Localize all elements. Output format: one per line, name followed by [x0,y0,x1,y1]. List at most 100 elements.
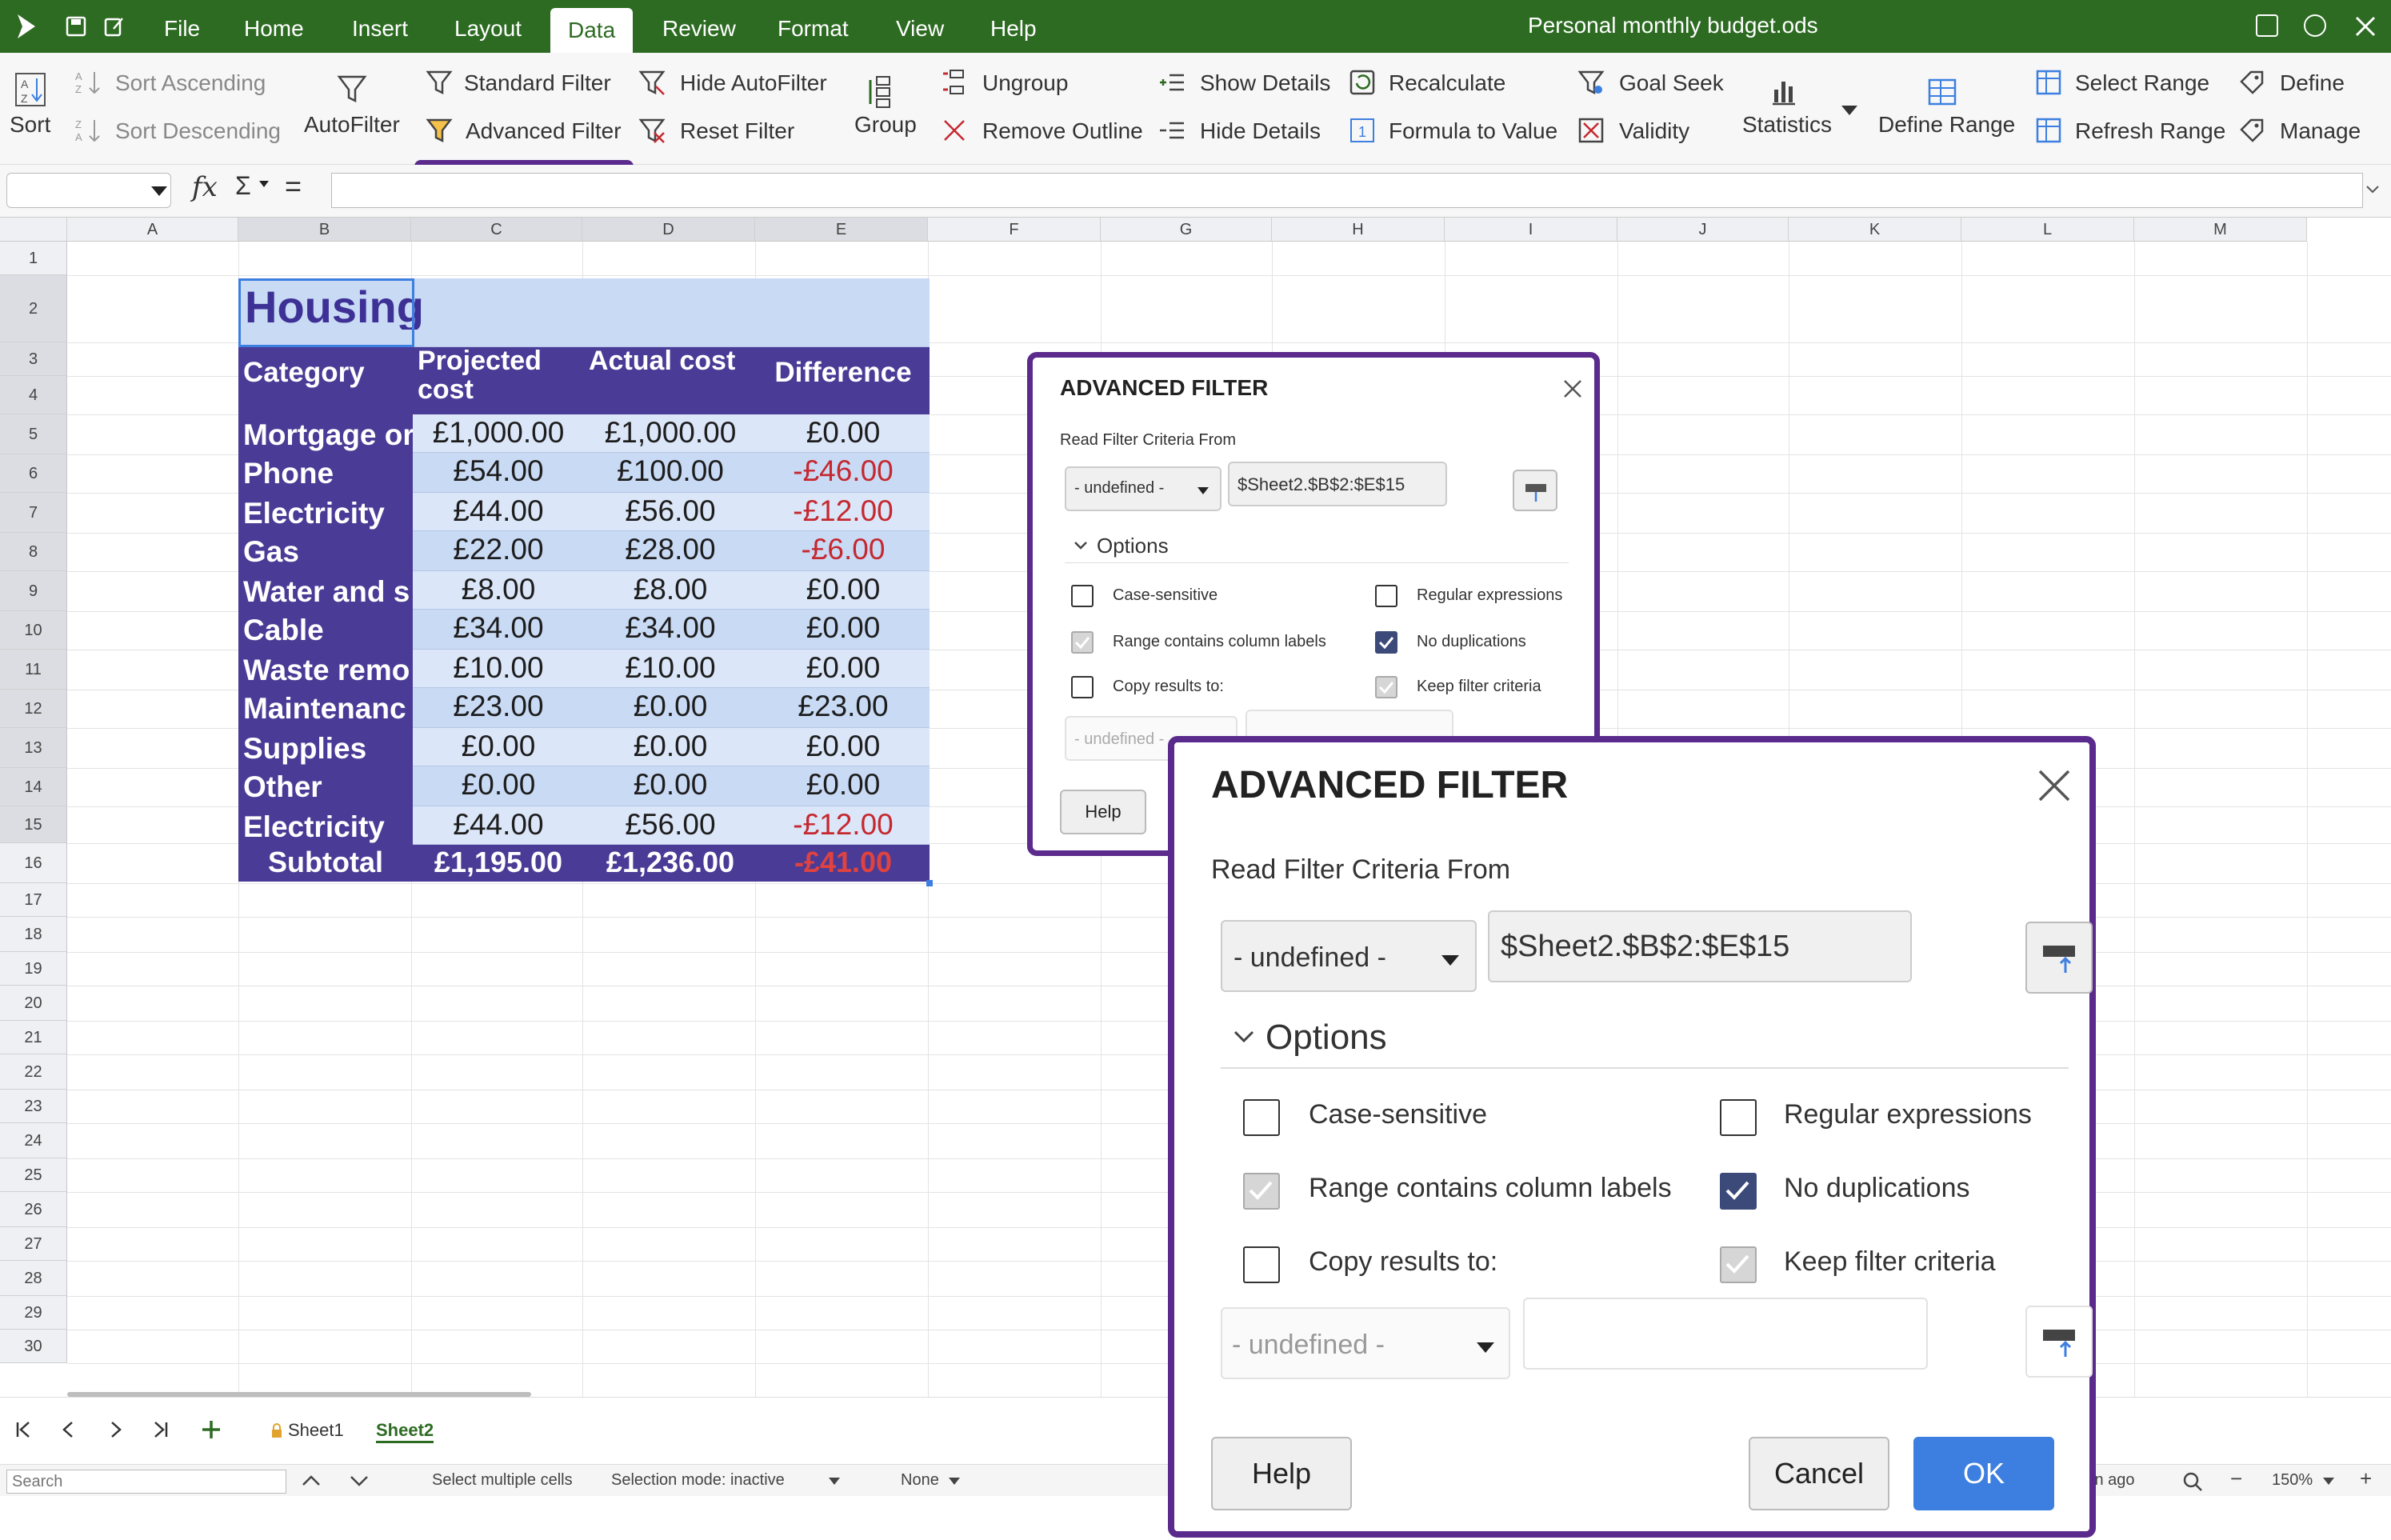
menu-insert[interactable]: Insert [352,0,408,53]
row-header-8[interactable]: 8 [0,533,67,571]
column-header-l[interactable]: L [1961,218,2134,242]
zoom-level[interactable]: 150% [2272,1471,2313,1490]
row-header-19[interactable]: 19 [0,952,67,986]
case-sensitive-checkbox[interactable] [1243,1099,1280,1136]
sort-descending-button[interactable]: Sort Descending [115,118,281,144]
shrink-source-button[interactable] [1513,470,1557,511]
actual-cell[interactable]: £8.00 [584,574,757,604]
difference-cell[interactable]: -£12.00 [757,496,930,526]
actual-cell[interactable]: £56.00 [584,810,757,839]
previous-sheet-icon[interactable] [59,1420,78,1439]
options-chevron-down-icon[interactable] [1073,540,1089,551]
zoom-out-button[interactable]: − [2230,1466,2242,1491]
options-chevron-down-icon[interactable] [1232,1029,1256,1045]
actual-cell[interactable]: £0.00 [584,731,757,761]
define-button[interactable]: Define [2280,70,2345,96]
column-header-c[interactable]: C [411,218,582,242]
options-expander[interactable]: Options [1265,1018,1387,1058]
category-cell[interactable]: Cable [238,610,413,650]
row-header-3[interactable]: 3 [0,342,67,376]
row-header-7[interactable]: 7 [0,493,67,533]
copy-select[interactable]: - undefined - [1221,1307,1510,1379]
header-difference[interactable]: Difference [757,347,930,414]
dialog-close-icon[interactable] [2037,768,2072,803]
difference-cell[interactable]: £0.00 [757,418,930,447]
autofilter-button[interactable]: AutoFilter [304,112,400,138]
projected-cell[interactable]: £23.00 [413,691,584,721]
formula-button[interactable]: = [285,170,302,203]
actual-cell[interactable]: £0.00 [584,770,757,799]
row-header-9[interactable]: 9 [0,571,67,611]
options-expander[interactable]: Options [1097,534,1169,558]
difference-cell[interactable]: £0.00 [757,770,930,799]
no-duplications-checkbox[interactable] [1720,1173,1757,1210]
subtotal-difference[interactable]: -£41.00 [757,848,930,877]
search-down-chevron-icon[interactable] [349,1474,370,1487]
statistics-chevron-down-icon[interactable] [1841,106,1857,115]
actual-cell[interactable]: £100.00 [584,456,757,486]
row-header-6[interactable]: 6 [0,454,67,493]
reset-filter-button[interactable]: Reset Filter [680,118,794,144]
source-select[interactable]: - undefined - [1065,466,1221,511]
group-button[interactable]: Group [854,112,917,138]
hide-details-button[interactable]: Hide Details [1200,118,1321,144]
category-cell[interactable]: Supplies [238,728,413,766]
difference-cell[interactable]: £0.00 [757,731,930,761]
selection-mode-chevron-down-icon[interactable] [829,1478,840,1485]
function-wizard-button[interactable]: fx [192,171,218,203]
menu-help[interactable]: Help [990,0,1037,53]
ok-button[interactable]: OK [1913,1437,2054,1510]
projected-cell[interactable]: £44.00 [413,810,584,839]
shrink-source-button[interactable] [2025,922,2093,994]
regular-expressions-checkbox[interactable] [1720,1099,1757,1136]
case-sensitive-checkbox[interactable] [1071,585,1094,607]
keep-filter-criteria-checkbox[interactable] [1720,1246,1757,1283]
row-header-24[interactable]: 24 [0,1123,67,1158]
menu-home[interactable]: Home [244,0,304,53]
source-select[interactable]: - undefined - [1221,920,1477,992]
copy-results-checkbox[interactable] [1071,676,1094,698]
menu-view[interactable]: View [896,0,944,53]
range-labels-checkbox[interactable] [1243,1173,1280,1210]
row-header-30[interactable]: 30 [0,1330,67,1363]
row-header-12[interactable]: 12 [0,690,67,728]
none-chevron-down-icon[interactable] [949,1478,960,1485]
menu-review[interactable]: Review [662,0,736,53]
help-button[interactable]: Help [1060,790,1146,834]
row-header-16[interactable]: 16 [0,843,67,883]
difference-cell[interactable]: £23.00 [757,691,930,721]
row-header-18[interactable]: 18 [0,917,67,952]
column-header-m[interactable]: M [2134,218,2307,242]
row-header-26[interactable]: 26 [0,1192,67,1227]
row-header-21[interactable]: 21 [0,1021,67,1054]
remove-outline-button[interactable]: Remove Outline [982,118,1143,144]
zoom-icon[interactable] [2182,1471,2203,1492]
close-icon[interactable] [2353,14,2377,38]
actual-cell[interactable]: £56.00 [584,496,757,526]
header-category[interactable]: Category [238,347,413,414]
shrink-copy-button[interactable] [2025,1306,2093,1378]
select-range-button[interactable]: Select Range [2075,70,2209,96]
row-header-20[interactable]: 20 [0,986,67,1021]
actual-cell[interactable]: £34.00 [584,613,757,642]
column-header-h[interactable]: H [1272,218,1445,242]
category-cell[interactable]: Water and s [238,571,413,610]
projected-cell[interactable]: £44.00 [413,496,584,526]
name-box-chevron-down-icon[interactable] [151,186,167,196]
advanced-filter-button[interactable]: Advanced Filter [466,118,622,144]
row-header-1[interactable]: 1 [0,242,67,275]
fill-handle[interactable] [926,880,933,886]
dialog-close-icon[interactable] [1562,378,1583,399]
edit-document-icon[interactable] [104,16,125,37]
define-range-button[interactable]: Define Range [1878,112,2015,138]
ungroup-button[interactable]: Ungroup [982,70,1068,96]
projected-cell[interactable]: £10.00 [413,653,584,682]
first-sheet-icon[interactable] [14,1420,34,1439]
row-header-14[interactable]: 14 [0,768,67,806]
row-header-2[interactable]: 2 [0,275,67,342]
goal-seek-button[interactable]: Goal Seek [1619,70,1724,96]
projected-cell[interactable]: £8.00 [413,574,584,604]
actual-cell[interactable]: £0.00 [584,691,757,721]
copy-range-input[interactable] [1523,1298,1928,1370]
projected-cell[interactable]: £34.00 [413,613,584,642]
